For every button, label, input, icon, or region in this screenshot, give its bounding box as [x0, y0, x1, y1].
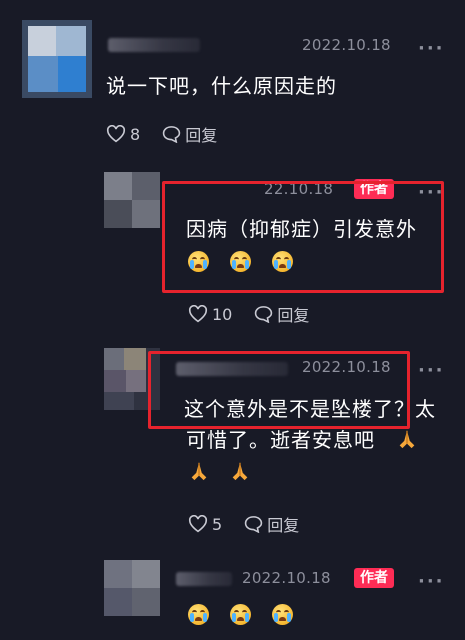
- comment-date: 2022.10.18: [242, 569, 331, 587]
- avatar[interactable]: [22, 20, 92, 98]
- chat-bubble-icon: [162, 126, 181, 143]
- emoji-row: [188, 251, 303, 272]
- comment-actions: 5 回复: [188, 512, 299, 536]
- crying-face-icon: [230, 251, 252, 272]
- comment-text-line-1: 这个意外是不是坠楼了？太: [184, 397, 436, 421]
- chat-bubble-icon: [255, 306, 273, 323]
- crying-face-icon: [188, 604, 209, 625]
- more-dots-icon[interactable]: ···: [418, 571, 445, 592]
- reply-label: 回复: [185, 126, 218, 145]
- comment-text-line-2: 可惜了。逝者安息吧: [186, 424, 418, 456]
- username[interactable]: [176, 572, 232, 586]
- emoji-row: [188, 604, 303, 625]
- crying-face-icon: [272, 604, 294, 625]
- emoji-row: [188, 460, 251, 486]
- crying-face-icon: [188, 251, 209, 272]
- comment-text: 说一下吧，什么原因走的: [106, 74, 337, 98]
- reply-button[interactable]: 回复: [162, 122, 217, 146]
- reply-label: 回复: [277, 306, 310, 325]
- comment-text: 因病（抑郁症）引发意外: [186, 217, 417, 241]
- username[interactable]: [108, 38, 200, 52]
- avatar[interactable]: [104, 172, 160, 228]
- folded-hands-icon: [400, 430, 415, 449]
- more-dots-icon[interactable]: ···: [418, 38, 445, 59]
- folded-hands-icon: [232, 462, 248, 481]
- like-button[interactable]: 5: [188, 515, 222, 534]
- comment-actions: 8 回复: [106, 122, 217, 146]
- like-count: 10: [212, 304, 233, 324]
- chat-bubble-icon: [244, 516, 263, 533]
- crying-face-icon: [230, 604, 252, 625]
- like-count: 8: [130, 124, 141, 144]
- reply-button[interactable]: 回复: [254, 302, 309, 326]
- comment-actions: 10 回复: [188, 302, 309, 326]
- comment-date: 2022.10.18: [302, 36, 391, 54]
- author-badge: 作者: [354, 568, 394, 588]
- folded-hands-icon: [191, 462, 207, 481]
- crying-face-icon: [272, 251, 294, 272]
- comment-text-line-2-text: 可惜了。逝者安息吧: [186, 428, 375, 452]
- like-button[interactable]: 8: [106, 125, 140, 144]
- reply-button[interactable]: 回复: [244, 512, 299, 536]
- avatar[interactable]: [104, 560, 160, 616]
- like-count: 5: [212, 514, 223, 534]
- like-button[interactable]: 10: [188, 305, 232, 324]
- reply-label: 回复: [267, 516, 300, 535]
- heart-outline-icon: [188, 305, 208, 323]
- more-dots-icon[interactable]: ···: [418, 360, 445, 381]
- heart-outline-icon: [188, 515, 208, 533]
- heart-outline-icon: [106, 125, 126, 143]
